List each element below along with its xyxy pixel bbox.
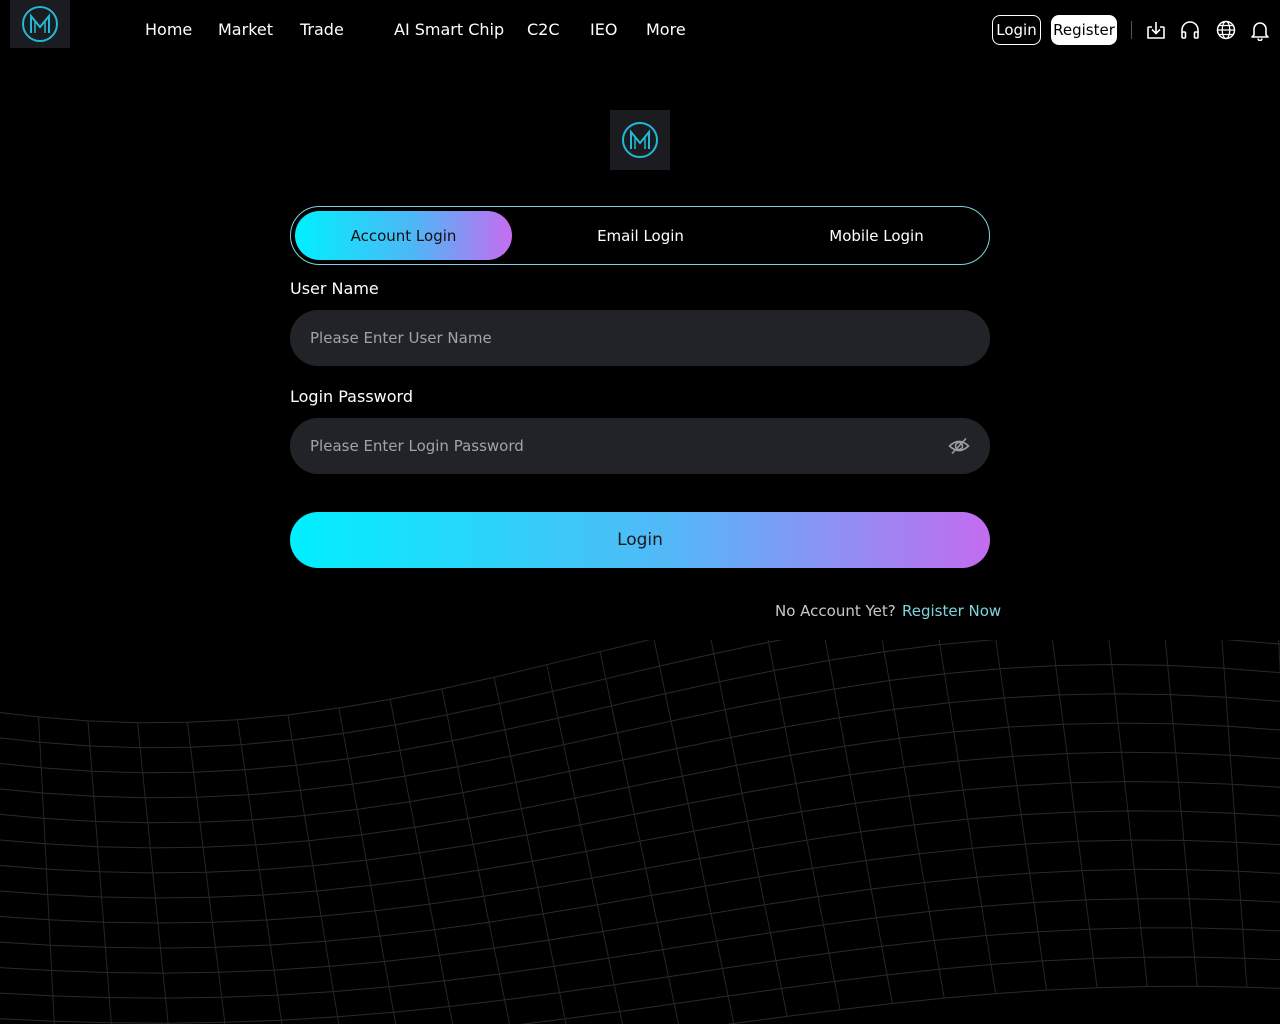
nav-more[interactable]: More <box>646 20 686 40</box>
globe-icon[interactable] <box>1215 19 1237 41</box>
nav-divider <box>1131 21 1132 39</box>
password-label: Login Password <box>290 387 413 406</box>
nav-ai-smart-chip[interactable]: AI Smart Chip <box>394 20 504 40</box>
username-label: User Name <box>290 279 379 298</box>
tab-email-login[interactable]: Email Login <box>532 211 749 260</box>
center-logo-icon <box>622 122 658 158</box>
nav-ieo[interactable]: IEO <box>590 20 617 40</box>
nav-trade[interactable]: Trade <box>300 20 344 40</box>
nav-c2c[interactable]: C2C <box>527 20 560 40</box>
top-nav: Home Market Trade AI Smart Chip C2C IEO … <box>0 0 1280 60</box>
bell-icon[interactable] <box>1249 19 1271 41</box>
username-field <box>290 310 990 366</box>
center-logo <box>610 110 670 170</box>
brand-logo-icon <box>22 6 58 42</box>
tab-account-login[interactable]: Account Login <box>295 211 512 260</box>
eye-off-icon[interactable] <box>948 435 970 457</box>
headset-icon[interactable] <box>1179 19 1201 41</box>
background-mesh <box>0 640 1280 1024</box>
username-input[interactable] <box>310 310 930 366</box>
brand-logo[interactable] <box>10 0 70 48</box>
submit-login-button[interactable]: Login <box>290 512 990 568</box>
no-account-text: No Account Yet? <box>775 602 896 620</box>
nav-market[interactable]: Market <box>218 20 273 40</box>
password-input[interactable] <box>310 418 930 474</box>
tab-mobile-login[interactable]: Mobile Login <box>768 211 985 260</box>
register-now-link[interactable]: Register Now <box>902 601 1001 621</box>
login-button[interactable]: Login <box>992 15 1041 45</box>
login-tabs: Account Login Email Login Mobile Login <box>290 206 990 265</box>
download-icon[interactable] <box>1145 19 1167 41</box>
password-field <box>290 418 990 474</box>
register-button[interactable]: Register <box>1051 15 1117 45</box>
nav-home[interactable]: Home <box>145 20 192 40</box>
